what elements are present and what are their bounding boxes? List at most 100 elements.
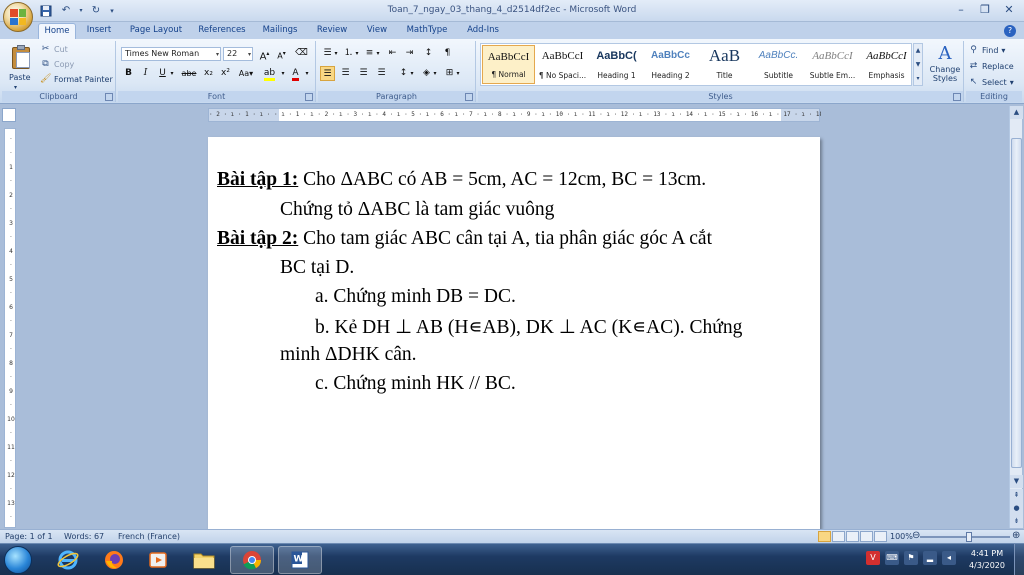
page-count[interactable]: Page: 1 of 1: [5, 532, 53, 541]
word-app-icon[interactable]: W: [278, 546, 322, 574]
select-button[interactable]: ↖ Select ▾: [968, 76, 1014, 89]
chrome-icon[interactable]: [230, 546, 274, 574]
office-button[interactable]: [3, 2, 33, 32]
replace-button[interactable]: ⇄ Replace: [968, 60, 1014, 73]
align-left-icon[interactable]: ☰: [320, 66, 335, 81]
internet-explorer-icon[interactable]: [46, 546, 90, 574]
scroll-thumb[interactable]: [1011, 138, 1022, 468]
full-screen-reading-icon[interactable]: [832, 531, 845, 542]
cut-button[interactable]: ✂ Cut: [40, 43, 68, 56]
tab-page-layout[interactable]: Page Layout: [126, 23, 186, 39]
line-spacing-dropdown-icon[interactable]: ▾: [409, 66, 415, 81]
font-name-select[interactable]: Times New Roman ▾: [121, 47, 221, 61]
paragraph-launcher-icon[interactable]: [465, 93, 473, 101]
style-title[interactable]: AaB Title: [698, 45, 751, 84]
volume-icon[interactable]: ◂: [942, 551, 956, 565]
vietkey-icon[interactable]: V: [866, 551, 880, 565]
print-layout-icon[interactable]: [818, 531, 831, 542]
shading-dropdown-icon[interactable]: ▾: [432, 66, 438, 81]
vertical-scrollbar[interactable]: ▲ ▼ ⇞ ● ⇟: [1009, 106, 1023, 528]
numbering-dropdown-icon[interactable]: ▾: [354, 46, 360, 61]
styles-launcher-icon[interactable]: [953, 93, 961, 101]
zoom-slider[interactable]: [920, 536, 1010, 538]
format-painter-button[interactable]: 🖌 Format Painter: [40, 73, 113, 86]
justify-icon[interactable]: ☰: [374, 66, 389, 81]
font-color-dropdown-icon[interactable]: ▾: [304, 66, 310, 81]
file-explorer-icon[interactable]: [182, 546, 226, 574]
zoom-in-icon[interactable]: ⊕: [1012, 530, 1020, 541]
close-icon[interactable]: ✕: [998, 2, 1020, 18]
copy-button[interactable]: ⧉ Copy: [40, 58, 74, 71]
previous-page-icon[interactable]: ⇞: [1010, 489, 1023, 502]
tab-view[interactable]: View: [360, 23, 394, 39]
word-count[interactable]: Words: 67: [64, 532, 104, 541]
outline-icon[interactable]: [860, 531, 873, 542]
highlight-dropdown-icon[interactable]: ▾: [280, 66, 286, 81]
horizontal-ruler[interactable]: · 2 · ı · 1 · ı · · ı · 1 · ı · 2 · ı · …: [208, 108, 821, 122]
media-player-icon[interactable]: [136, 546, 180, 574]
language-indicator[interactable]: French (France): [118, 532, 180, 541]
web-layout-icon[interactable]: [846, 531, 859, 542]
zoom-level[interactable]: 100%: [890, 532, 913, 541]
show-formatting-marks-icon[interactable]: ¶: [440, 46, 455, 61]
borders-dropdown-icon[interactable]: ▾: [455, 66, 461, 81]
strikethrough-button[interactable]: abe: [178, 66, 200, 81]
tab-review[interactable]: Review: [312, 23, 352, 39]
scroll-up-icon[interactable]: ▲: [1010, 106, 1023, 119]
firefox-icon[interactable]: [92, 546, 136, 574]
paste-icon[interactable]: [10, 44, 32, 70]
start-button[interactable]: [4, 546, 32, 574]
bold-button[interactable]: B: [121, 66, 136, 81]
tab-insert[interactable]: Insert: [80, 23, 118, 39]
document-page[interactable]: Bài tập 1: Cho ΔABC có AB = 5cm, AC = 12…: [208, 137, 820, 529]
subscript-button[interactable]: x₂: [201, 66, 216, 81]
change-case-button[interactable]: Aa▾: [236, 66, 256, 81]
help-icon[interactable]: ?: [1004, 25, 1016, 37]
more-styles-icon[interactable]: ▾: [914, 72, 922, 86]
change-styles-button[interactable]: A Change Styles: [928, 43, 962, 89]
grow-font-button[interactable]: A▴: [257, 46, 272, 62]
show-desktop-button[interactable]: [1014, 544, 1024, 575]
tab-add-ins[interactable]: Add-Ins: [460, 23, 506, 39]
select-browse-object-icon[interactable]: ●: [1010, 502, 1023, 515]
superscript-button[interactable]: x²: [218, 66, 233, 81]
tab-mailings[interactable]: Mailings: [258, 23, 302, 39]
font-color-icon[interactable]: A: [288, 66, 303, 81]
next-page-icon[interactable]: ⇟: [1010, 515, 1023, 528]
align-right-icon[interactable]: ☰: [356, 66, 371, 81]
multilevel-dropdown-icon[interactable]: ▾: [375, 46, 381, 61]
tab-selector-icon[interactable]: [2, 108, 16, 122]
align-center-icon[interactable]: ☰: [338, 66, 353, 81]
draft-icon[interactable]: [874, 531, 887, 542]
chevron-up-icon[interactable]: ▲: [914, 44, 922, 58]
styles-scroll[interactable]: ▲ ▼ ▾: [913, 43, 923, 86]
keyboard-icon[interactable]: ⌨: [885, 551, 899, 565]
clipboard-launcher-icon[interactable]: [105, 93, 113, 101]
style-heading-2[interactable]: AaBbCc Heading 2: [644, 45, 697, 84]
vertical-ruler[interactable]: · · 1 · 2 · 3 · 4 · 5 · 6 · 7 · 8 · 9 · 10 · 11 · 12 · 13 ·: [4, 128, 16, 528]
clear-formatting-icon[interactable]: ⌫: [294, 46, 309, 61]
decrease-indent-icon[interactable]: ⇤: [385, 46, 400, 61]
increase-indent-icon[interactable]: ⇥: [402, 46, 417, 61]
style-subtitle[interactable]: AaBbCc. Subtitle: [752, 45, 805, 84]
restore-icon[interactable]: ❐: [974, 2, 996, 18]
scroll-down-icon[interactable]: ▼: [1010, 475, 1023, 488]
highlight-icon[interactable]: ab: [262, 66, 277, 81]
style-heading-1[interactable]: AaBbC( Heading 1: [590, 45, 643, 84]
tab-references[interactable]: References: [193, 23, 251, 39]
tab-home[interactable]: Home: [38, 23, 76, 39]
style-normal[interactable]: AaBbCcI ¶ Normal: [482, 45, 535, 84]
tab-mathtype[interactable]: MathType: [402, 23, 452, 39]
style-no-spacing[interactable]: AaBbCcI ¶ No Spaci...: [536, 45, 589, 84]
style-emphasis[interactable]: AaBbCcI Emphasis: [860, 45, 913, 84]
font-size-select[interactable]: 22 ▾: [223, 47, 253, 61]
paste-button[interactable]: Paste: [9, 71, 31, 84]
underline-dropdown-icon[interactable]: ▾: [168, 66, 176, 81]
bullets-dropdown-icon[interactable]: ▾: [333, 46, 339, 61]
sort-icon[interactable]: ↕: [421, 46, 436, 61]
italic-button[interactable]: I: [138, 66, 153, 81]
shrink-font-button[interactable]: A▾: [274, 46, 289, 61]
font-launcher-icon[interactable]: [305, 93, 313, 101]
network-icon[interactable]: ▂: [923, 551, 937, 565]
chevron-down-icon[interactable]: ▼: [914, 58, 922, 72]
